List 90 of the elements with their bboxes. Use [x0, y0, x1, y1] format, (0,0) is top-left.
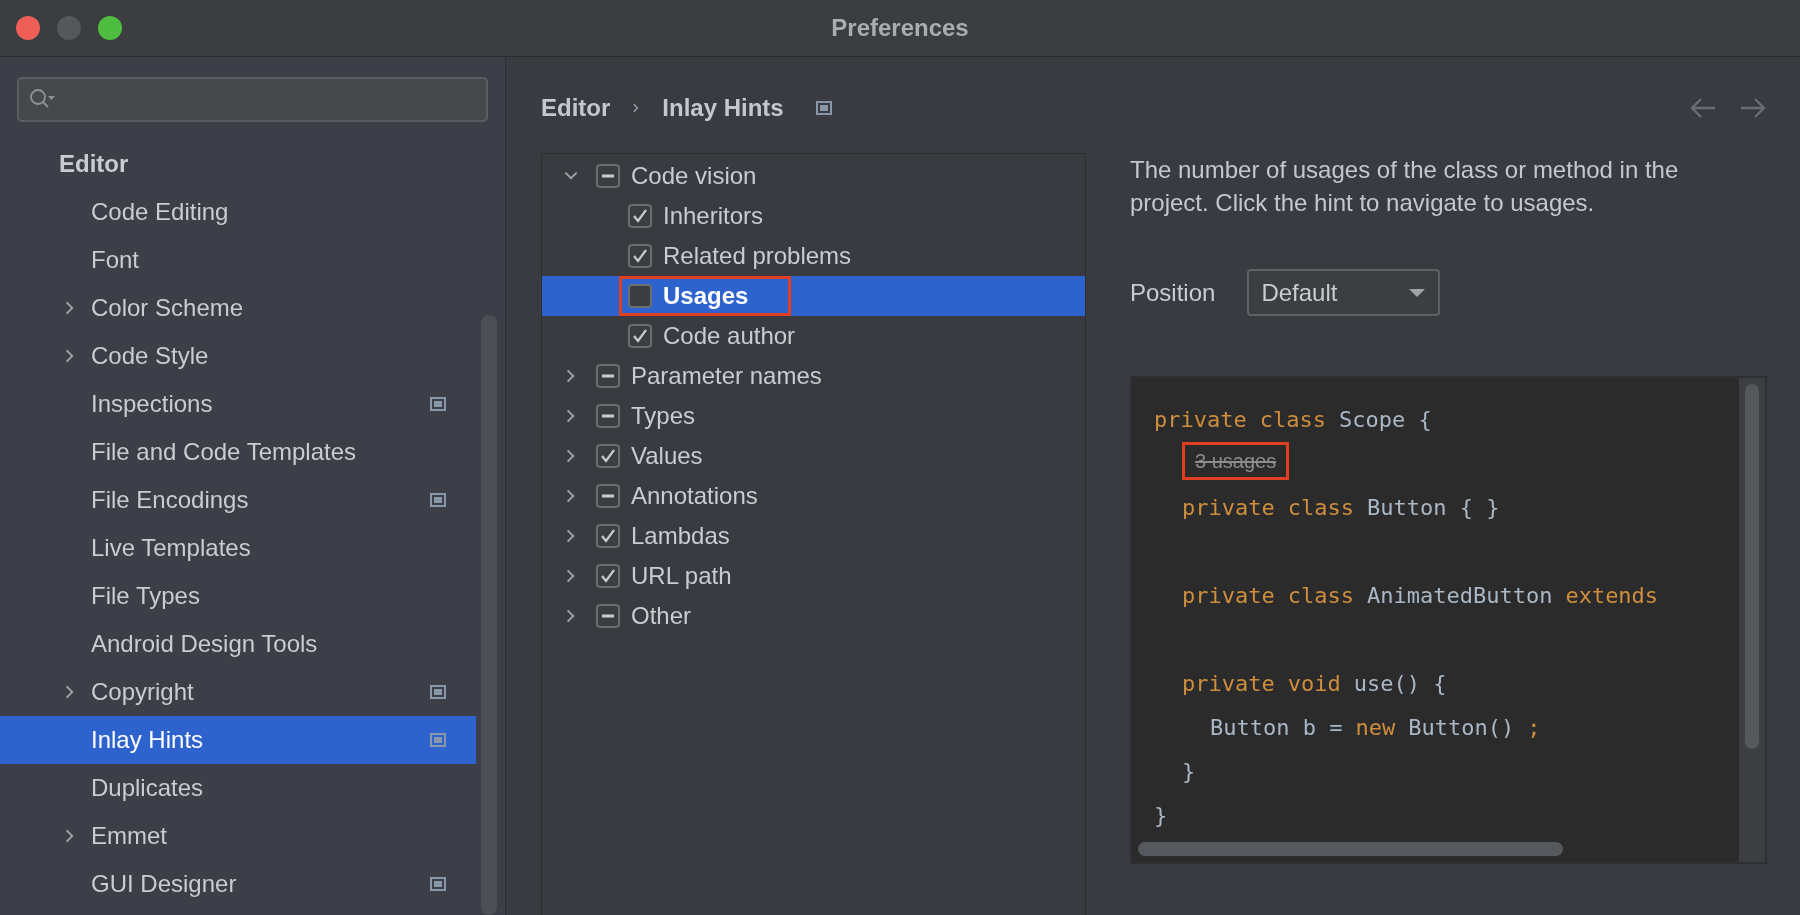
checkbox[interactable] [596, 564, 620, 588]
option-label: Usages [663, 282, 749, 310]
sidebar-item[interactable]: Copyright [0, 668, 476, 716]
option-label: Annotations [631, 482, 758, 510]
checkbox[interactable] [596, 484, 620, 508]
checkbox[interactable] [596, 164, 620, 188]
search-field[interactable] [17, 77, 488, 122]
project-level-icon [430, 685, 446, 699]
project-level-icon [815, 101, 832, 115]
project-level-icon [430, 733, 446, 747]
sidebar-item[interactable]: Code Editing [0, 188, 476, 236]
project-level-icon [430, 397, 446, 411]
zoom-button[interactable] [98, 16, 122, 40]
scrollbar[interactable] [1138, 842, 1563, 856]
code-keyword: private [1182, 582, 1275, 610]
checkbox[interactable] [628, 244, 652, 268]
section-heading: Editor [58, 149, 130, 179]
sidebar-item[interactable]: File Encodings [0, 476, 476, 524]
checkbox[interactable] [596, 444, 620, 468]
code-keyword: private [1154, 406, 1247, 434]
sidebar-item[interactable]: Emmet [0, 812, 476, 860]
tree-row[interactable]: Inheritors [542, 196, 1085, 236]
scrollbar[interactable] [1745, 384, 1759, 749]
tree-row[interactable]: Usages [542, 276, 1085, 316]
project-level-icon [430, 877, 446, 891]
option-label: Types [631, 402, 696, 430]
caret-down-icon [1408, 287, 1427, 298]
tree-row[interactable]: Related problems [542, 236, 1085, 276]
tree-row[interactable]: Code vision [542, 156, 1085, 196]
code-keyword: private [1182, 494, 1275, 522]
sidebar-item[interactable]: Font [0, 236, 476, 284]
sidebar-item[interactable]: File and Code Templates [0, 428, 476, 476]
checkbox[interactable] [596, 604, 620, 628]
tree-row[interactable]: Annotations [542, 476, 1085, 516]
breadcrumb-item[interactable]: Editor [541, 94, 611, 122]
sidebar-item[interactable]: Android Design Tools [0, 620, 476, 668]
tree-row[interactable]: Values [542, 436, 1085, 476]
sidebar-item[interactable]: Code Style [0, 332, 476, 380]
usages-hint[interactable]: 3 usages [1195, 445, 1277, 477]
sidebar-item[interactable]: GUI Designer [0, 860, 476, 908]
position-label: Position [1130, 278, 1216, 307]
code-keyword: ; [1527, 714, 1541, 742]
checkbox[interactable] [628, 284, 652, 308]
code-keyword: class [1259, 406, 1326, 434]
checkbox[interactable] [628, 204, 652, 228]
option-label: Parameter names [631, 362, 822, 390]
option-label: Values [631, 442, 703, 470]
code-keyword: class [1287, 494, 1354, 522]
sidebar-item[interactable]: Duplicates [0, 764, 476, 812]
close-button[interactable] [16, 16, 40, 40]
code-text: } [1182, 758, 1196, 786]
sidebar-item[interactable]: Live Templates [0, 524, 476, 572]
checkbox[interactable] [596, 404, 620, 428]
code-keyword: new [1355, 714, 1396, 742]
tree-row[interactable]: URL path [542, 556, 1085, 596]
position-dropdown[interactable]: Default [1247, 269, 1441, 316]
option-label: Other [631, 602, 692, 630]
option-label: Code author [663, 322, 796, 350]
code-keyword: private [1182, 670, 1275, 698]
sidebar-item[interactable]: Color Scheme [0, 284, 476, 332]
tree-row[interactable]: Types [542, 396, 1085, 436]
tree-row[interactable]: Lambdas [542, 516, 1085, 556]
code-text: Button { } [1366, 494, 1500, 522]
sidebar-item[interactable]: File Types [0, 572, 476, 620]
tree-row[interactable]: Other [542, 596, 1085, 636]
option-label: URL path [631, 562, 732, 590]
checkbox[interactable] [596, 524, 620, 548]
tree-row[interactable]: Parameter names [542, 356, 1085, 396]
checkbox[interactable] [628, 324, 652, 348]
option-label: Related problems [663, 242, 852, 270]
code-text: Scope { [1338, 406, 1432, 434]
code-keyword: class [1287, 582, 1354, 610]
breadcrumb-item: Inlay Hints [662, 94, 784, 122]
sidebar-item[interactable]: Inlay Hints [0, 716, 476, 764]
option-label: Code vision [631, 162, 757, 190]
description-text: The number of usages of the class or method in the project. Click the hint to navigate to usages. [1130, 155, 1680, 218]
tree-row[interactable]: Code author [542, 316, 1085, 356]
checkbox[interactable] [596, 364, 620, 388]
option-label: Inheritors [663, 202, 764, 230]
sidebar-item[interactable]: Inspections [0, 380, 476, 428]
code-text: AnimatedButton [1366, 582, 1553, 610]
code-text: } [1154, 802, 1168, 830]
code-text: Button b = [1210, 714, 1343, 742]
project-level-icon [430, 493, 446, 507]
code-text: Button() [1408, 714, 1515, 742]
code-keyword: extends [1565, 582, 1659, 610]
option-label: Lambdas [631, 522, 730, 550]
code-text: use() { [1353, 670, 1447, 698]
code-keyword: void [1287, 670, 1341, 698]
window-title: Preferences [831, 14, 969, 41]
